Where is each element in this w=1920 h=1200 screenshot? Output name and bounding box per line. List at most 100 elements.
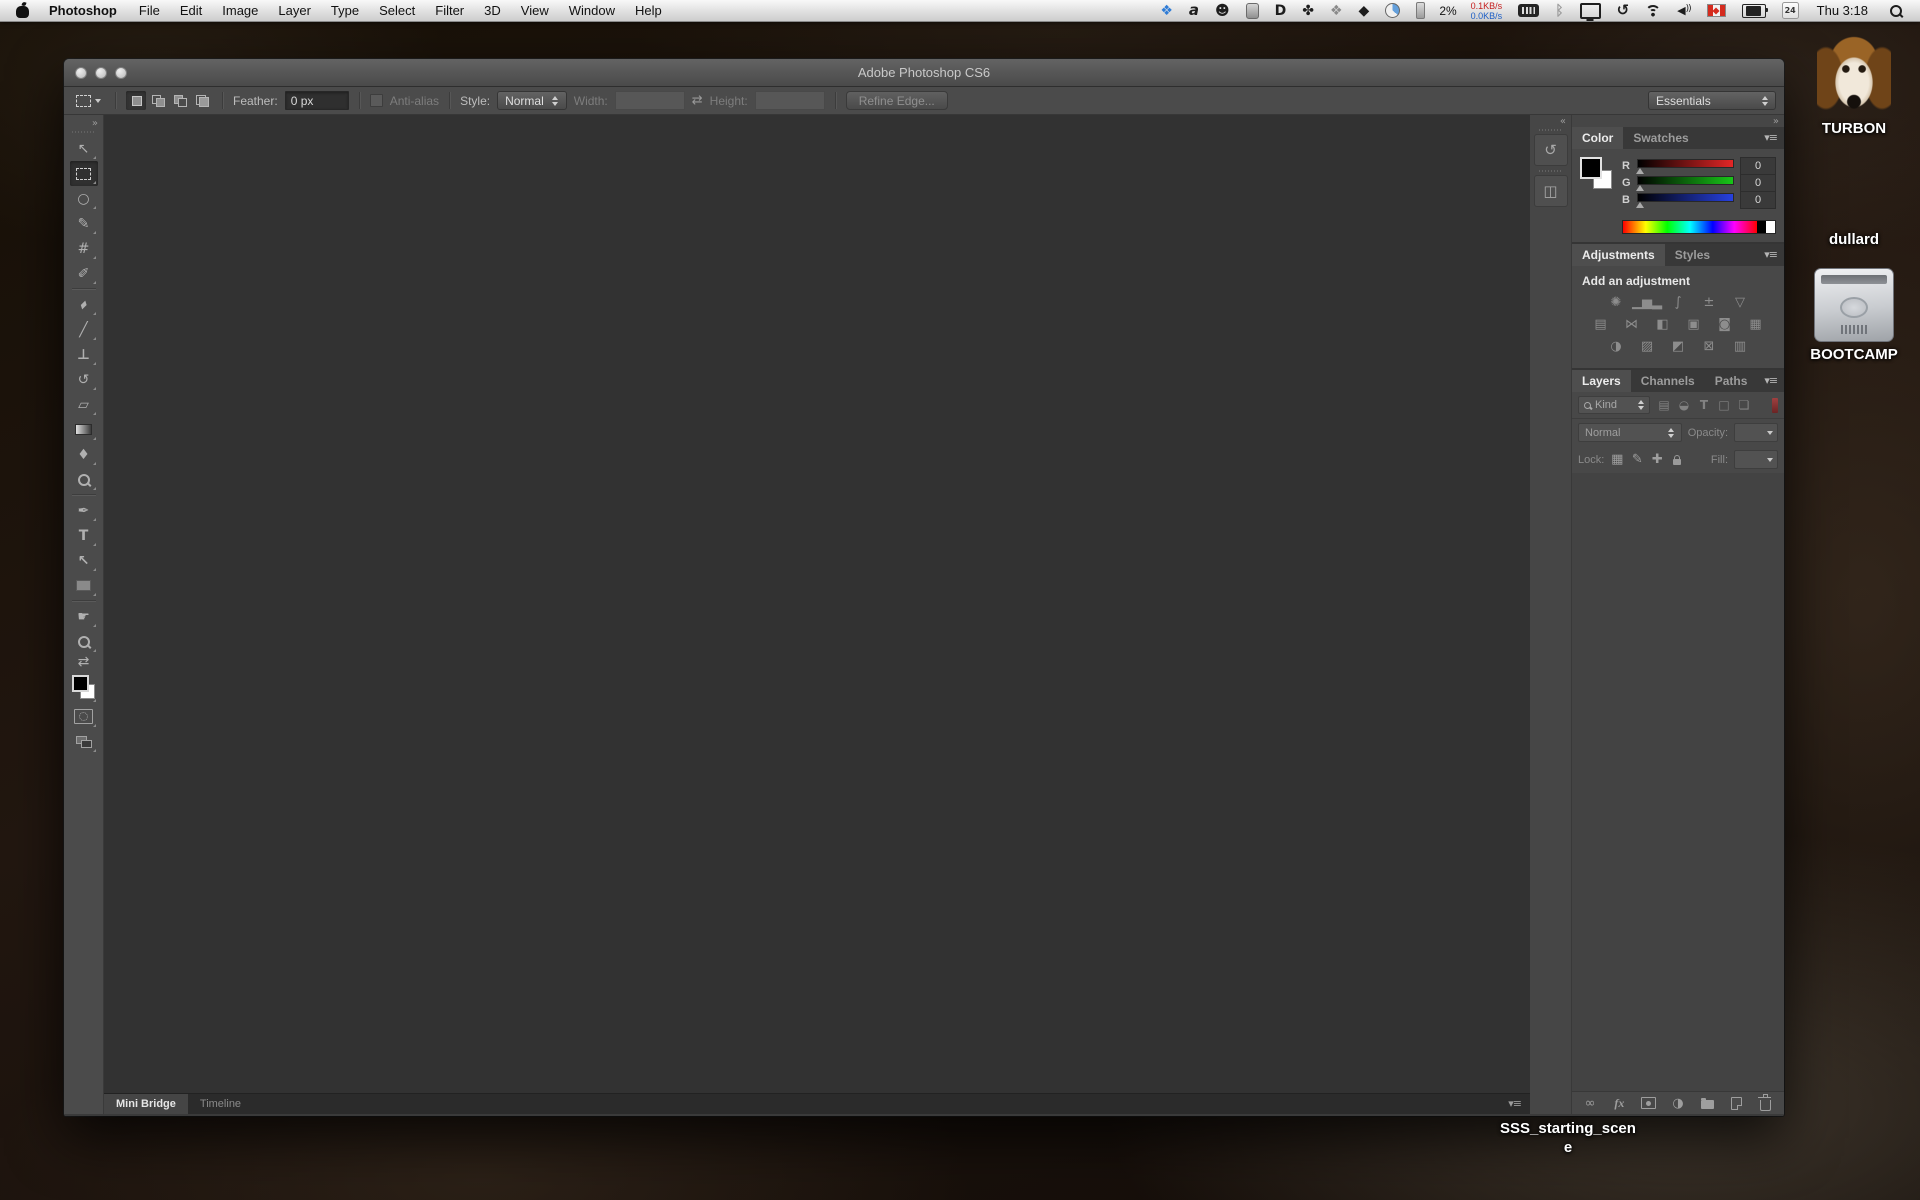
filter-pixel-layers-icon[interactable]: ▤: [1656, 398, 1672, 412]
filter-on-toggle[interactable]: [1772, 397, 1778, 413]
wifi-icon[interactable]: [1637, 0, 1669, 21]
desktop-icon-dullard[interactable]: dullard: [1802, 157, 1906, 248]
filter-shape-layers-icon[interactable]: □: [1716, 398, 1732, 412]
foreground-background-swatches[interactable]: [1580, 157, 1614, 191]
refine-edge-button[interactable]: Refine Edge...: [845, 91, 948, 110]
swap-width-height-icon[interactable]: ⇄: [692, 93, 703, 108]
menu-edit[interactable]: Edit: [170, 0, 212, 22]
volume-icon[interactable]: ◀: [1669, 0, 1699, 21]
channel-value-input[interactable]: [1740, 190, 1776, 209]
black-white-icon[interactable]: ◧: [1652, 316, 1674, 333]
subtract-from-selection-button[interactable]: [170, 91, 190, 110]
dodge-tool[interactable]: [70, 467, 98, 492]
panels-collapse-button[interactable]: »: [1572, 115, 1784, 127]
tab-adjustments[interactable]: Adjustments: [1572, 244, 1665, 266]
color-balance-icon[interactable]: ⋈: [1621, 316, 1643, 333]
spectrum-gradient[interactable]: [1623, 221, 1757, 233]
selective-color-icon[interactable]: ⊠: [1698, 338, 1720, 355]
tools-collapse-button[interactable]: »: [64, 117, 103, 129]
history-brush-tool[interactable]: ↺: [70, 367, 98, 392]
style-dropdown[interactable]: Normal: [497, 91, 567, 110]
color-lookup-icon[interactable]: ▦: [1745, 316, 1767, 333]
eyedropper-tool[interactable]: ✐: [70, 261, 98, 286]
menu-type[interactable]: Type: [321, 0, 369, 22]
menu-layer[interactable]: Layer: [268, 0, 321, 22]
add-to-selection-button[interactable]: [148, 91, 168, 110]
pie-chart-icon[interactable]: [1377, 0, 1408, 21]
channel-mixer-icon[interactable]: ◙: [1714, 316, 1736, 333]
layer-list[interactable]: [1572, 473, 1784, 1091]
invert-icon[interactable]: ◑: [1605, 338, 1627, 355]
network-throughput[interactable]: 0.1KB/s 0.0KB/s: [1463, 1, 1511, 21]
quick-selection-tool[interactable]: ✎: [70, 211, 98, 236]
filter-adjustment-layers-icon[interactable]: ◒: [1676, 398, 1692, 412]
bluetooth-icon[interactable]: ᛒ: [1547, 0, 1571, 21]
alfred-icon[interactable]: a: [1181, 0, 1207, 21]
slider-thumb-icon[interactable]: [1636, 185, 1644, 191]
dock-drag-grip[interactable]: [1538, 129, 1563, 131]
desktop-icon-bootcamp[interactable]: BOOTCAMP: [1802, 268, 1906, 363]
channel-slider[interactable]: [1636, 193, 1734, 208]
cpu-percent[interactable]: 2%: [1433, 4, 1462, 18]
title-bar[interactable]: Adobe Photoshop CS6: [64, 59, 1784, 87]
dock-collapse-button[interactable]: «: [1530, 115, 1571, 127]
vibrance-icon[interactable]: ▽: [1729, 294, 1751, 311]
tab-swatches[interactable]: Swatches: [1623, 127, 1698, 149]
cube-icon[interactable]: ◆: [1351, 0, 1378, 21]
intersect-selection-button[interactable]: [192, 91, 212, 110]
apple-menu-icon[interactable]: [16, 3, 29, 18]
tab-timeline[interactable]: Timeline: [188, 1094, 253, 1114]
menu-filter[interactable]: Filter: [425, 0, 474, 22]
diamond-dots-icon[interactable]: ❖: [1322, 0, 1351, 21]
adjustments-panel-menu-icon[interactable]: ▾≡: [1757, 244, 1784, 266]
tab-mini-bridge[interactable]: Mini Bridge: [104, 1094, 188, 1114]
swap-colors-icon[interactable]: ⇄: [70, 654, 98, 670]
path-selection-tool[interactable]: ↖: [70, 548, 98, 573]
menu-file[interactable]: File: [129, 0, 170, 22]
canvas[interactable]: [104, 115, 1530, 1093]
opacity-value-box[interactable]: [1734, 423, 1778, 442]
paw-icon[interactable]: ✤: [1294, 0, 1322, 21]
spotlight-button[interactable]: [1878, 0, 1914, 21]
filter-kind-dropdown[interactable]: Kind: [1578, 396, 1650, 414]
move-tool[interactable]: ↖: [70, 136, 98, 161]
photo-filter-icon[interactable]: ▣: [1683, 316, 1705, 333]
user-silhouette-icon[interactable]: ☻: [1207, 0, 1238, 21]
screen-mode-button[interactable]: [70, 729, 98, 754]
tab-styles[interactable]: Styles: [1665, 244, 1720, 266]
meter-icon[interactable]: [1408, 0, 1433, 21]
quick-mask-button[interactable]: [70, 704, 98, 729]
filter-smart-objects-icon[interactable]: ❏: [1736, 398, 1752, 412]
channel-value-input[interactable]: [1740, 156, 1776, 175]
delete-layer-icon[interactable]: [1758, 1092, 1774, 1114]
memory-icon[interactable]: [1510, 0, 1547, 21]
lock-transparent-pixels-icon[interactable]: ▦: [1610, 452, 1624, 467]
curves-icon[interactable]: ∫: [1667, 294, 1689, 311]
blend-mode-dropdown[interactable]: Normal: [1578, 423, 1682, 442]
battery-icon[interactable]: [1734, 0, 1774, 21]
d-app-icon[interactable]: D: [1267, 0, 1295, 21]
desktop-icon-turbon[interactable]: TURBON: [1802, 32, 1906, 137]
layers-panel-menu-icon[interactable]: ▾≡: [1757, 370, 1784, 392]
properties-panel-button[interactable]: ◫: [1533, 175, 1568, 207]
threshold-icon[interactable]: ◩: [1667, 338, 1689, 355]
workspace-dropdown[interactable]: Essentials: [1648, 91, 1776, 110]
color-panel-menu-icon[interactable]: ▾≡: [1757, 127, 1784, 149]
channel-slider[interactable]: [1636, 176, 1734, 191]
history-panel-button[interactable]: ↺: [1533, 134, 1568, 166]
filter-type-layers-icon[interactable]: T: [1696, 398, 1712, 412]
eraser-tool[interactable]: ▱: [70, 392, 98, 417]
clone-stamp-tool[interactable]: ⊥: [70, 342, 98, 367]
menu-photoshop[interactable]: Photoshop: [37, 0, 129, 22]
menu-select[interactable]: Select: [369, 0, 425, 22]
dock-drag-grip[interactable]: [1538, 170, 1563, 172]
slider-thumb-icon[interactable]: [1636, 168, 1644, 174]
spectrum-black-swatch[interactable]: [1757, 221, 1766, 233]
rectangle-tool[interactable]: [70, 573, 98, 598]
drive-slab-icon[interactable]: [1238, 0, 1267, 21]
antialias-checkbox[interactable]: [369, 94, 383, 107]
desktop-file-sss-starting-scene[interactable]: SSS_starting_scene: [1498, 1120, 1638, 1158]
layer-style-icon[interactable]: fx: [1611, 1092, 1627, 1114]
gradient-map-icon[interactable]: ▥: [1729, 338, 1751, 355]
mini-bridge-panel-menu-icon[interactable]: ▾≡: [1499, 1094, 1530, 1114]
